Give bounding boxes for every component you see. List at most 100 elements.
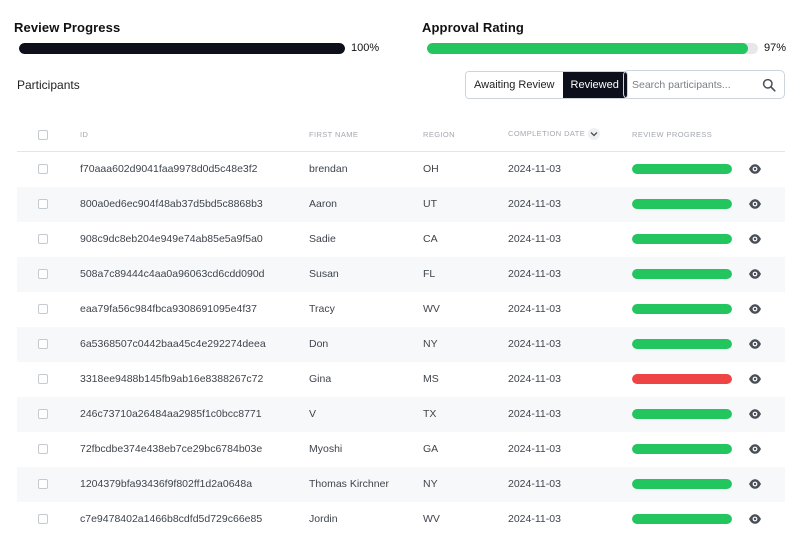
cell-first-name: Sadie	[309, 233, 336, 245]
table-header: ID FIRST NAME REGION COMPLETION DATE REV…	[17, 118, 785, 152]
participants-table: ID FIRST NAME REGION COMPLETION DATE REV…	[17, 118, 785, 537]
review-progress-bar-fill	[632, 339, 732, 349]
table-row[interactable]: 246c73710a26484aa2985f1c0bcc8771 V TX 2024-…	[17, 397, 785, 432]
eye-icon[interactable]	[748, 443, 762, 455]
row-checkbox[interactable]	[38, 164, 48, 174]
participants-heading: Participants	[17, 78, 80, 92]
row-checkbox[interactable]	[38, 514, 48, 524]
header-id: ID	[80, 130, 89, 139]
review-progress-bar	[632, 409, 732, 419]
review-progress-bar	[632, 199, 732, 209]
review-progress-metric: Review Progress 100%	[14, 20, 379, 54]
cell-first-name: Gina	[309, 373, 332, 385]
row-checkbox[interactable]	[38, 479, 48, 489]
cell-completion-date: 2024-11-03	[508, 163, 561, 175]
cell-region: OH	[423, 163, 439, 175]
table-row[interactable]: c7e9478402a1466b8cdfd5d729c66e85 Jordin WV…	[17, 502, 785, 537]
review-progress-bar	[19, 42, 345, 54]
review-progress-bar-fill	[632, 304, 732, 314]
cell-completion-date: 2024-11-03	[508, 268, 561, 280]
row-checkbox[interactable]	[38, 374, 48, 384]
eye-icon[interactable]	[748, 408, 762, 420]
cell-region: UT	[423, 198, 437, 210]
review-progress-bar-fill	[632, 269, 732, 279]
eye-icon[interactable]	[748, 198, 762, 210]
header-region: REGION	[423, 130, 455, 139]
cell-region: FL	[423, 268, 436, 280]
eye-icon[interactable]	[748, 373, 762, 385]
select-all-checkbox[interactable]	[38, 130, 48, 140]
review-progress-bar	[632, 269, 732, 279]
cell-id: 3318ee9488b145fb9ab16e8388267c72	[80, 373, 264, 385]
review-progress-bar-fill	[632, 374, 732, 384]
review-progress-bar-fill	[632, 234, 732, 244]
table-row[interactable]: 6a5368507c0442baa45c4e292274deea Don NY 202…	[17, 327, 785, 362]
eye-icon[interactable]	[748, 268, 762, 280]
row-checkbox[interactable]	[38, 409, 48, 419]
table-row[interactable]: eaa79fa56c984fbca9308691095e4f37 Tracy WV 2…	[17, 292, 785, 327]
cell-id: 6a5368507c0442baa45c4e292274deea	[80, 338, 266, 350]
eye-icon[interactable]	[748, 303, 762, 315]
review-progress-bar	[632, 374, 732, 384]
eye-icon[interactable]	[748, 163, 762, 175]
review-progress-bar	[632, 444, 732, 454]
row-checkbox[interactable]	[38, 444, 48, 454]
review-progress-bar	[632, 164, 732, 174]
review-progress-bar-fill	[632, 409, 732, 419]
eye-icon[interactable]	[748, 513, 762, 525]
cell-id: 72fbcdbe374e438eb7ce29bc6784b03e	[80, 443, 263, 455]
review-status-toggle: Awaiting Review Reviewed	[465, 71, 628, 99]
search-icon[interactable]	[762, 78, 776, 92]
header-completion-date-label: COMPLETION DATE	[508, 128, 586, 138]
cell-id: c7e9478402a1466b8cdfd5d729c66e85	[80, 513, 263, 525]
cell-completion-date: 2024-11-03	[508, 443, 561, 455]
cell-region: WV	[423, 513, 440, 525]
cell-completion-date: 2024-11-03	[508, 303, 561, 315]
approval-rating-label: Approval Rating	[422, 20, 524, 35]
review-progress-bar	[632, 339, 732, 349]
cell-first-name: Don	[309, 338, 329, 350]
table-row[interactable]: 508a7c89444c4aa0a96063cd6cdd090d Susan FL 2…	[17, 257, 785, 292]
cell-first-name: Jordin	[309, 513, 338, 525]
review-progress-bar-fill	[632, 164, 732, 174]
table-row[interactable]: 800a0ed6ec904f48ab37d5bd5c8868b3 Aaron UT 2…	[17, 187, 785, 222]
row-checkbox[interactable]	[38, 234, 48, 244]
table-row[interactable]: 908c9dc8eb204e949e74ab85e5a9f5a0 Sadie CA 2…	[17, 222, 785, 257]
header-completion-date[interactable]: COMPLETION DATE	[508, 128, 601, 140]
cell-first-name: V	[309, 408, 317, 420]
review-progress-value: 100%	[351, 42, 380, 54]
cell-completion-date: 2024-11-03	[508, 338, 561, 350]
cell-id: 246c73710a26484aa2985f1c0bcc8771	[80, 408, 262, 420]
cell-id: 1204379bfa93436f9f802ff1d2a0648a	[80, 478, 253, 490]
table-row[interactable]: 1204379bfa93436f9f802ff1d2a0648a Thomas K…	[17, 467, 785, 502]
chevron-down-icon[interactable]	[588, 128, 601, 140]
cell-completion-date: 2024-11-03	[508, 478, 561, 490]
cell-region: CA	[423, 233, 438, 245]
eye-icon[interactable]	[748, 233, 762, 245]
approval-rating-bar	[427, 42, 758, 54]
row-checkbox[interactable]	[38, 304, 48, 314]
review-progress-bar-fill	[632, 199, 732, 209]
table-row[interactable]: f70aaa602d9041faa9978d0d5c48e3f2 brendan O…	[17, 152, 785, 187]
approval-rating-metric: Approval Rating 97%	[422, 20, 786, 54]
eye-icon[interactable]	[748, 478, 762, 490]
table-row[interactable]: 3318ee9488b145fb9ab16e8388267c72 Gina MS 20…	[17, 362, 785, 397]
cell-region: MS	[423, 373, 439, 385]
table-row[interactable]: 72fbcdbe374e438eb7ce29bc6784b03e Myoshi GA…	[17, 432, 785, 467]
review-progress-bar	[632, 479, 732, 489]
review-progress-label: Review Progress	[14, 20, 121, 35]
search-input[interactable]	[632, 78, 762, 91]
row-checkbox[interactable]	[38, 339, 48, 349]
cell-region: NY	[423, 338, 438, 350]
review-progress-bar-fill	[632, 444, 732, 454]
cell-first-name: brendan	[309, 163, 348, 175]
reviewed-tab[interactable]: Reviewed	[562, 72, 627, 98]
header-review-progress: REVIEW PROGRESS	[632, 130, 713, 139]
cell-id: 508a7c89444c4aa0a96063cd6cdd090d	[80, 268, 265, 280]
review-progress-bar-fill	[632, 514, 732, 524]
row-checkbox[interactable]	[38, 269, 48, 279]
row-checkbox[interactable]	[38, 199, 48, 209]
approval-rating-bar-fill	[427, 42, 749, 54]
eye-icon[interactable]	[748, 338, 762, 350]
awaiting-review-tab[interactable]: Awaiting Review	[466, 72, 563, 98]
